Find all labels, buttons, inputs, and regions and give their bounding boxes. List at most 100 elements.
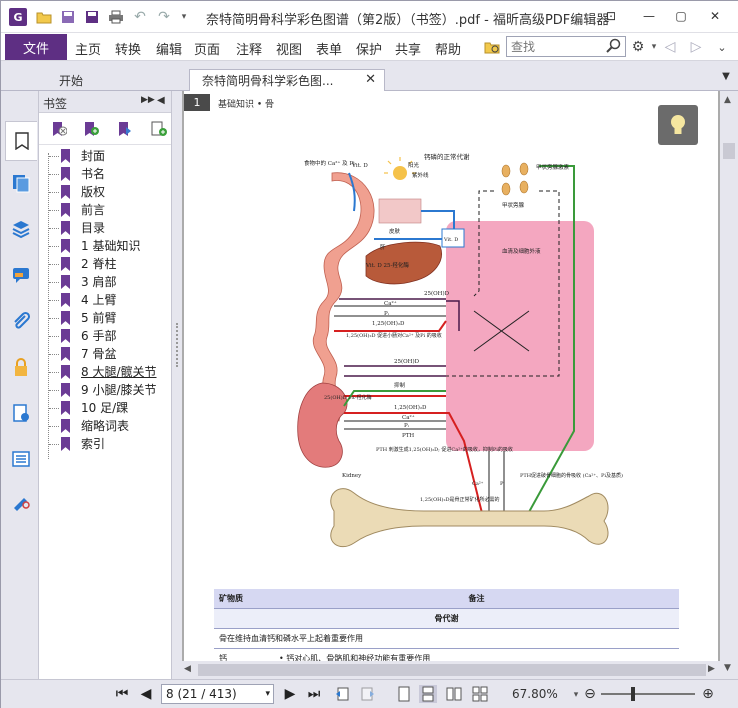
label-absorb: 1,25(OH)₂D 促进小肠对Ca²⁺ 及Pi 的吸收 <box>346 332 442 339</box>
single-page-icon[interactable] <box>395 685 413 703</box>
search-icon[interactable] <box>606 38 622 57</box>
hscroll-right-arrow[interactable]: ▶ <box>708 664 715 674</box>
page-bookmark-icon[interactable] <box>151 121 167 140</box>
tab-list-dropdown-icon[interactable]: ▼ <box>717 67 735 85</box>
facing-page-icon[interactable] <box>445 685 463 703</box>
menu-comment[interactable]: 注释 <box>236 39 262 58</box>
bookmark-item[interactable]: 5 前臂 <box>39 309 171 327</box>
prev-result-icon[interactable]: ◁ <box>661 38 679 56</box>
signature-icon[interactable] <box>9 489 33 513</box>
minimize-button[interactable]: — <box>635 5 663 27</box>
quick-access-dropdown-icon[interactable]: ▾ <box>175 8 193 26</box>
horizontal-scrollbar[interactable]: ◀ ▶ <box>182 661 720 679</box>
tab-close-icon[interactable]: ✕ <box>365 72 376 87</box>
next-view-icon[interactable] <box>359 685 377 703</box>
next-result-icon[interactable]: ▷ <box>687 38 705 56</box>
tab-document[interactable]: 奈特简明骨科学彩色图... ✕ <box>189 69 385 91</box>
first-page-icon[interactable]: ⏮ <box>113 685 131 703</box>
bookmark-item[interactable]: 7 骨盆 <box>39 345 171 363</box>
bookmark-item[interactable]: 前言 <box>39 201 171 219</box>
bookmark-item[interactable]: 6 手部 <box>39 327 171 345</box>
bookmark-item[interactable]: 8 大腿/髋关节 <box>39 363 171 381</box>
menu-convert[interactable]: 转换 <box>115 39 141 58</box>
open-folder-icon[interactable] <box>35 8 53 26</box>
scroll-up-arrow[interactable]: ▲ <box>724 95 731 105</box>
tab-start[interactable]: 开始 <box>47 69 181 91</box>
comments-icon[interactable] <box>9 263 33 287</box>
bookmark-panel-icon[interactable] <box>5 121 37 161</box>
bookmark-item[interactable]: 书名 <box>39 165 171 183</box>
zoom-slider[interactable] <box>601 687 695 701</box>
delete-bookmark-icon[interactable] <box>51 121 68 140</box>
layers-icon[interactable] <box>9 217 33 241</box>
bookmark-item[interactable]: 缩略词表 <box>39 417 171 435</box>
scroll-down-arrow[interactable]: ▼ <box>724 663 731 673</box>
document-info-icon[interactable] <box>9 401 33 425</box>
security-lock-icon[interactable] <box>9 355 33 379</box>
menu-help[interactable]: 帮助 <box>435 39 461 58</box>
bookmark-item[interactable]: 版权 <box>39 183 171 201</box>
maximize-button[interactable]: ▢ <box>667 5 695 27</box>
menu-share[interactable]: 共享 <box>395 39 421 58</box>
bookmark-label: 目录 <box>81 221 106 235</box>
undo-icon[interactable]: ↶ <box>131 8 149 26</box>
find-folder-icon[interactable] <box>483 38 501 56</box>
prev-view-icon[interactable] <box>333 685 351 703</box>
zoom-level[interactable]: 67.80% <box>512 687 558 701</box>
search-input[interactable] <box>507 37 599 56</box>
close-button[interactable]: ✕ <box>701 5 729 27</box>
bookmark-item[interactable]: 3 肩部 <box>39 273 171 291</box>
ribbon-display-icon[interactable]: ⊡ <box>597 5 625 27</box>
zoom-slider-thumb[interactable] <box>631 687 635 701</box>
pages-thumbnail-icon[interactable] <box>9 171 33 195</box>
zoom-out-icon[interactable]: ⊖ <box>581 685 599 703</box>
bookmark-item[interactable]: 10 足/踝 <box>39 399 171 417</box>
last-page-icon[interactable]: ⏭ <box>305 685 323 703</box>
scroll-thumb[interactable] <box>723 143 735 159</box>
zoom-in-icon[interactable]: ⊕ <box>699 685 717 703</box>
menu-page[interactable]: 页面 <box>194 39 220 58</box>
bookmark-item[interactable]: 4 上臂 <box>39 291 171 309</box>
label-pth-effect: PTH 刺激生成1,25(OH)₂D; 促进Ca²⁺的吸收，抑制Pi的吸收 <box>376 446 513 453</box>
ribbon-collapse-icon[interactable]: ⌄ <box>713 38 731 56</box>
continuous-facing-icon[interactable] <box>471 685 489 703</box>
menu-protect[interactable]: 保护 <box>356 39 382 58</box>
lightbulb-button[interactable] <box>658 105 698 145</box>
page-select-dropdown-icon[interactable]: ▾ <box>265 685 270 703</box>
page-number-select[interactable]: 8 (21 / 413) ▾ <box>161 684 274 704</box>
menu-edit[interactable]: 编辑 <box>156 39 182 58</box>
bookmark-item[interactable]: 1 基础知识 <box>39 237 171 255</box>
file-menu-button[interactable]: 文件 <box>5 34 67 60</box>
save-icon[interactable] <box>59 8 77 26</box>
bookmark-item[interactable]: 目录 <box>39 219 171 237</box>
menu-home[interactable]: 主页 <box>75 39 101 58</box>
search-box[interactable] <box>506 36 626 57</box>
label-ecf: 血清及细胞外液 <box>502 247 541 255</box>
pdf-page: 1 基础知识 • 骨 钙磷的正常代谢 食物中的 Ca²⁺ 及 Pi Vit. D… <box>184 91 718 661</box>
panel-expand-icon[interactable]: ▶▶ <box>141 95 155 105</box>
bookmark-item[interactable]: 9 小腿/膝关节 <box>39 381 171 399</box>
menu-form[interactable]: 表单 <box>316 39 342 58</box>
next-page-icon[interactable]: ▶ <box>281 685 299 703</box>
bookmark-item[interactable]: 索引 <box>39 435 171 453</box>
attachments-icon[interactable] <box>9 309 33 333</box>
content-list-icon[interactable] <box>9 447 33 471</box>
bookmark-item[interactable]: 2 脊柱 <box>39 255 171 273</box>
hscroll-thumb[interactable] <box>198 664 706 676</box>
save-as-icon[interactable] <box>83 8 101 26</box>
add-bookmark-icon[interactable] <box>83 121 99 140</box>
continuous-page-icon[interactable] <box>419 685 437 703</box>
hscroll-left-arrow[interactable]: ◀ <box>184 664 191 674</box>
panel-collapse-icon[interactable]: ◀ <box>157 95 165 106</box>
menu-view[interactable]: 视图 <box>276 39 302 58</box>
label-food: 食物中的 Ca²⁺ 及 Pi <box>304 159 355 167</box>
redo-icon[interactable]: ↷ <box>155 8 173 26</box>
prev-page-icon[interactable]: ◀ <box>137 685 155 703</box>
bookmark-item[interactable]: 封面 <box>39 147 171 165</box>
panel-splitter[interactable] <box>172 91 182 679</box>
print-icon[interactable] <box>107 8 125 26</box>
vertical-scrollbar[interactable]: ▲ ▼ <box>720 91 738 679</box>
app-logo-icon[interactable]: G <box>9 8 27 26</box>
add-child-bookmark-icon[interactable] <box>117 121 133 140</box>
tree-connector <box>49 156 59 157</box>
